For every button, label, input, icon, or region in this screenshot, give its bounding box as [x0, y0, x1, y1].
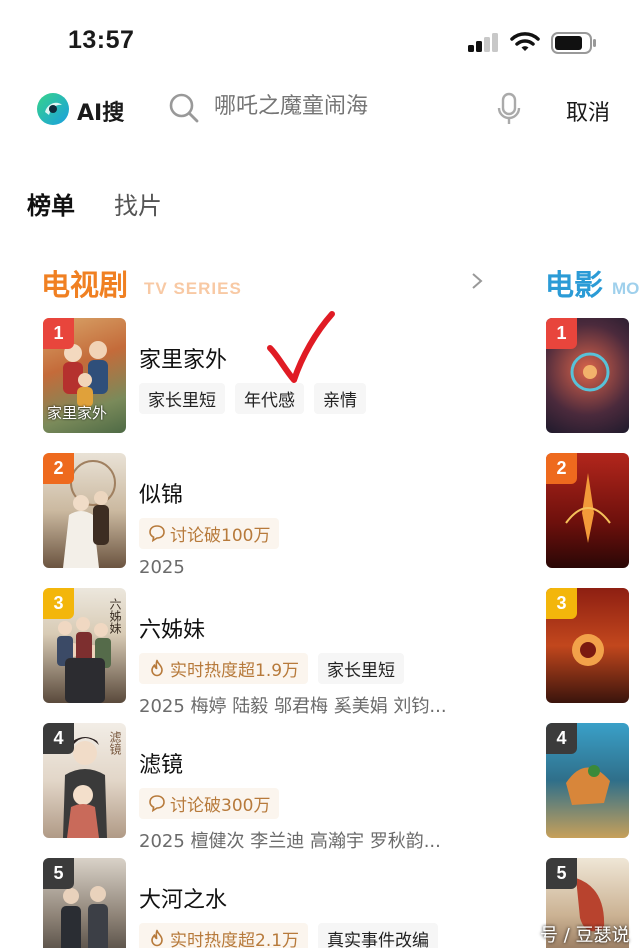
tag[interactable]: 家长里短	[318, 652, 405, 684]
discussion-badge[interactable]: 讨论破100万	[139, 517, 280, 549]
tv-poster[interactable]: 六姊妹 3	[43, 588, 126, 703]
cellular-signal-icon	[468, 33, 500, 52]
comment-icon	[149, 525, 165, 542]
tv-list-item[interactable]: 2 似锦 讨论破100万 2025	[0, 453, 520, 578]
poster-title-text: 家里家外	[47, 404, 108, 422]
movie-section-title: 电影	[545, 268, 604, 302]
tv-meta: 2025 梅婷 陆毅 邬君梅 奚美娟 刘钧...	[139, 696, 447, 717]
rank-badge: 1	[43, 318, 74, 349]
tv-title[interactable]: 似锦	[139, 477, 183, 509]
rank-badge: 5	[43, 858, 74, 889]
heat-badge[interactable]: 实时热度超2.1万	[139, 922, 309, 948]
tv-title[interactable]: 滤镜	[139, 747, 183, 779]
search-input[interactable]	[214, 94, 484, 119]
movie-poster[interactable]: 3	[546, 588, 629, 703]
tv-poster[interactable]: 滤镜 4	[43, 723, 126, 838]
tag-row: 实时热度超1.9万 家长里短	[139, 652, 405, 684]
red-check-mark-icon	[267, 311, 335, 383]
rank-badge: 2	[43, 453, 74, 484]
tv-poster[interactable]: 家里家外 1	[43, 318, 126, 433]
movie-section-subtitle: MO	[612, 279, 640, 298]
discussion-badge[interactable]: 讨论破300万	[139, 787, 280, 819]
search-icon	[169, 93, 199, 123]
discussion-text: 讨论破100万	[170, 525, 271, 546]
heat-text: 实时热度超2.1万	[170, 930, 300, 948]
tv-list-item[interactable]: 5 大河之水 实时热度超2.1万 真实事件改编	[0, 858, 520, 948]
tv-list-item[interactable]: 六姊妹 3 六姊妹 实时热度超1.9万 家长里短 2025 梅婷 陆毅 邬君梅 …	[0, 588, 520, 717]
status-time: 13:57	[68, 26, 135, 54]
tv-poster[interactable]: 5	[43, 858, 126, 948]
tag[interactable]: 亲情	[314, 382, 366, 414]
rank-badge: 2	[546, 453, 577, 484]
movie-poster[interactable]: 2	[546, 453, 629, 568]
tag[interactable]: 家长里短	[139, 382, 225, 414]
tab-rankings[interactable]: 榜单	[27, 186, 75, 221]
tv-list-item[interactable]: 家里家外 1 家里家外 家长里短 年代感 亲情	[0, 318, 520, 436]
rank-badge: 4	[43, 723, 74, 754]
discussion-text: 讨论破300万	[170, 795, 271, 816]
tab-find-movies[interactable]: 找片	[114, 186, 162, 221]
tag[interactable]: 真实事件改编	[318, 922, 439, 948]
tag-row: 讨论破100万	[139, 517, 280, 549]
heat-text: 实时热度超1.9万	[170, 660, 300, 681]
tv-list-item[interactable]: 滤镜 4 滤镜 讨论破300万 2025 檀健次 李兰迪 高瀚宇 罗秋韵...	[0, 723, 520, 852]
tv-section-title: 电视剧	[41, 268, 129, 302]
poster-title-text: 滤镜	[108, 731, 122, 755]
tag-row: 实时热度超2.1万 真实事件改编	[139, 922, 439, 948]
rank-badge: 3	[43, 588, 74, 619]
movie-poster[interactable]: 1	[546, 318, 629, 433]
heat-badge[interactable]: 实时热度超1.9万	[139, 652, 309, 684]
comment-icon	[149, 795, 165, 812]
flame-icon	[151, 659, 163, 677]
microphone-icon[interactable]	[496, 92, 522, 126]
flame-icon	[151, 929, 163, 947]
movie-poster[interactable]: 4	[546, 723, 629, 838]
tv-section-subtitle: TV SERIES	[144, 279, 242, 298]
rank-badge: 4	[546, 723, 577, 754]
rank-badge: 1	[546, 318, 577, 349]
cancel-button[interactable]: 取消	[566, 95, 610, 127]
tv-title[interactable]: 六姊妹	[139, 612, 205, 644]
rank-badge: 3	[546, 588, 577, 619]
tv-meta: 2025 檀健次 李兰迪 高瀚宇 罗秋韵...	[139, 831, 441, 852]
tv-poster[interactable]: 2	[43, 453, 126, 568]
ai-search-label[interactable]: AI搜	[77, 95, 124, 127]
battery-icon	[551, 32, 596, 54]
rank-badge: 5	[546, 858, 577, 889]
tv-title[interactable]: 大河之水	[139, 882, 227, 914]
chevron-right-icon[interactable]	[470, 271, 484, 291]
tv-meta: 2025	[139, 557, 185, 578]
tag[interactable]: 年代感	[235, 382, 304, 414]
watermark-text: 号 / 豆瑟说	[540, 925, 630, 946]
ai-search-logo-icon[interactable]	[36, 92, 70, 126]
tv-title[interactable]: 家里家外	[139, 342, 227, 374]
poster-title-text: 六姊妹	[108, 598, 122, 634]
wifi-icon	[510, 32, 540, 51]
tag-row: 讨论破300万	[139, 787, 280, 819]
tag-row: 家长里短 年代感 亲情	[139, 382, 366, 414]
